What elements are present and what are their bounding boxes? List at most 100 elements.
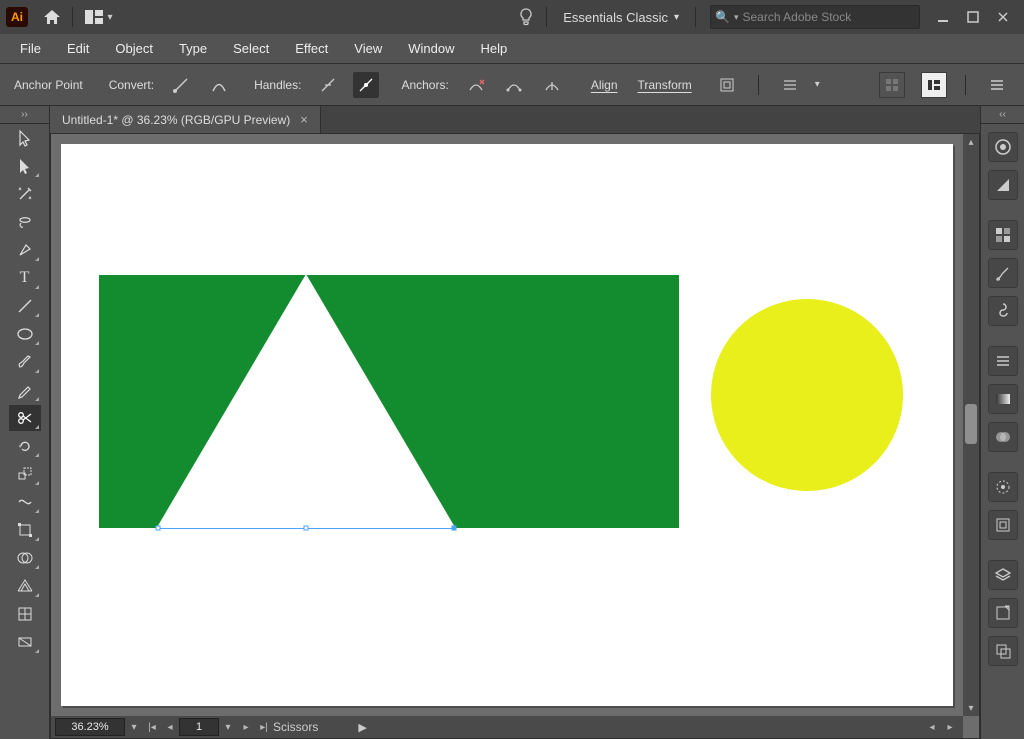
separator (695, 7, 696, 27)
selection-tool-icon[interactable] (9, 125, 41, 151)
menu-effect[interactable]: Effect (283, 35, 340, 62)
lightbulb-icon[interactable] (512, 3, 540, 31)
scroll-down-icon[interactable]: ▾ (963, 700, 979, 716)
graphic-styles-panel-icon[interactable] (988, 510, 1018, 540)
artboards-panel-icon[interactable] (988, 636, 1018, 666)
perspective-grid-tool-icon[interactable] (9, 573, 41, 599)
ellipse-tool-icon[interactable] (9, 321, 41, 347)
artboard-number-field[interactable]: 1 (179, 718, 219, 736)
close-button[interactable] (988, 6, 1018, 28)
cut-path-icon[interactable] (539, 72, 565, 98)
zoom-level-field[interactable]: 36.23% (55, 718, 125, 736)
transform-link[interactable]: Transform (638, 78, 692, 92)
anchor-point-handle[interactable] (156, 526, 161, 531)
tools-expand-icon[interactable]: ›› (0, 106, 49, 124)
artboard-dropdown-icon[interactable]: ▾ (219, 718, 237, 736)
scissors-tool-icon[interactable] (9, 405, 41, 431)
menu-select[interactable]: Select (221, 35, 281, 62)
scroll-right-icon[interactable]: ▸ (941, 718, 959, 736)
chevron-down-icon[interactable]: ▾ (815, 79, 820, 90)
menu-type[interactable]: Type (167, 35, 219, 62)
document-area: Untitled-1* @ 36.23% (RGB/GPU Preview) ×… (50, 106, 980, 739)
handles-hide-icon[interactable] (353, 72, 379, 98)
align-link[interactable]: Align (591, 78, 618, 92)
current-tool-label: Scissors (273, 720, 318, 734)
magic-wand-tool-icon[interactable] (9, 181, 41, 207)
align-to-icon[interactable] (777, 72, 803, 98)
width-tool-icon[interactable] (9, 489, 41, 515)
menu-edit[interactable]: Edit (55, 35, 101, 62)
brushes-panel-icon[interactable] (988, 258, 1018, 288)
zoom-dropdown-icon[interactable]: ▾ (125, 718, 143, 736)
color-panel-icon[interactable] (988, 132, 1018, 162)
menu-window[interactable]: Window (396, 35, 466, 62)
type-tool-icon[interactable]: T (9, 265, 41, 291)
document-tab-label: Untitled-1* @ 36.23% (RGB/GPU Preview) (62, 113, 290, 127)
anchor-point-handle-selected[interactable] (452, 526, 457, 531)
document-tab[interactable]: Untitled-1* @ 36.23% (RGB/GPU Preview) × (50, 106, 321, 133)
line-tool-icon[interactable] (9, 293, 41, 319)
connect-anchor-icon[interactable] (501, 72, 527, 98)
asset-export-panel-icon[interactable] (988, 598, 1018, 628)
scrollbar-thumb[interactable] (965, 404, 977, 444)
app-logo-icon: Ai (6, 7, 28, 27)
prev-artboard-icon[interactable]: ◂ (161, 718, 179, 736)
scroll-left-icon[interactable]: ◂ (923, 718, 941, 736)
lasso-tool-icon[interactable] (9, 209, 41, 235)
remove-anchor-icon[interactable] (463, 72, 489, 98)
appearance-panel-icon[interactable] (988, 472, 1018, 502)
free-transform-tool-icon[interactable] (9, 517, 41, 543)
document-tabs: Untitled-1* @ 36.23% (RGB/GPU Preview) × (50, 106, 980, 134)
preferences-icon[interactable] (984, 72, 1010, 98)
first-artboard-icon[interactable]: |◂ (143, 718, 161, 736)
handles-show-icon[interactable] (315, 72, 341, 98)
menu-help[interactable]: Help (468, 35, 519, 62)
artboard[interactable] (61, 144, 953, 706)
gradient-tool-icon[interactable] (9, 629, 41, 655)
gradient-panel-icon[interactable] (988, 384, 1018, 414)
separator (546, 7, 547, 27)
circle-shape[interactable] (711, 299, 903, 491)
anchor-point-handle[interactable] (304, 526, 309, 531)
swatches-panel-icon[interactable] (988, 220, 1018, 250)
close-tab-icon[interactable]: × (300, 112, 308, 127)
convert-smooth-icon[interactable] (206, 72, 232, 98)
status-play-icon[interactable]: ▶ (358, 721, 366, 734)
search-dropdown-icon[interactable]: ▾ (734, 12, 739, 23)
paintbrush-tool-icon[interactable] (9, 349, 41, 375)
anchors-label: Anchors: (401, 78, 448, 92)
home-icon[interactable] (38, 3, 66, 31)
vertical-scrollbar[interactable]: ▴ ▾ (963, 134, 979, 716)
layers-panel-icon[interactable] (988, 560, 1018, 590)
panels-expand-icon[interactable]: ‹‹ (981, 106, 1024, 124)
direct-selection-tool-icon[interactable] (9, 153, 41, 179)
arrange-docs-icon[interactable]: ▾ (79, 3, 119, 31)
color-guide-panel-icon[interactable] (988, 170, 1018, 200)
isolate-icon[interactable] (714, 72, 740, 98)
convert-corner-icon[interactable] (168, 72, 194, 98)
scale-tool-icon[interactable] (9, 461, 41, 487)
stroke-panel-icon[interactable] (988, 346, 1018, 376)
menu-file[interactable]: File (8, 35, 53, 62)
minimize-button[interactable] (928, 6, 958, 28)
scroll-up-icon[interactable]: ▴ (963, 134, 979, 150)
pen-tool-icon[interactable] (9, 237, 41, 263)
maximize-button[interactable] (958, 6, 988, 28)
next-artboard-icon[interactable]: ▸ (237, 718, 255, 736)
rotate-tool-icon[interactable] (9, 433, 41, 459)
canvas[interactable]: ▴ ▾ 36.23% ▾ |◂ ◂ 1 ▾ ▸ ▸| Scissors ▶ ◂ … (50, 134, 980, 739)
menu-object[interactable]: Object (103, 35, 165, 62)
document-setup-icon[interactable] (921, 72, 947, 98)
mesh-tool-icon[interactable] (9, 601, 41, 627)
shape-builder-tool-icon[interactable] (9, 545, 41, 571)
grid-view-icon[interactable] (879, 72, 905, 98)
workspace-switcher[interactable]: Essentials Classic ▾ (553, 4, 689, 30)
search-stock-box[interactable]: 🔍 ▾ (710, 5, 920, 29)
last-artboard-icon[interactable]: ▸| (255, 718, 273, 736)
pencil-tool-icon[interactable] (9, 377, 41, 403)
menu-view[interactable]: View (342, 35, 394, 62)
search-input[interactable] (742, 10, 915, 24)
menubar: File Edit Object Type Select Effect View… (0, 34, 1024, 64)
symbols-panel-icon[interactable] (988, 296, 1018, 326)
transparency-panel-icon[interactable] (988, 422, 1018, 452)
